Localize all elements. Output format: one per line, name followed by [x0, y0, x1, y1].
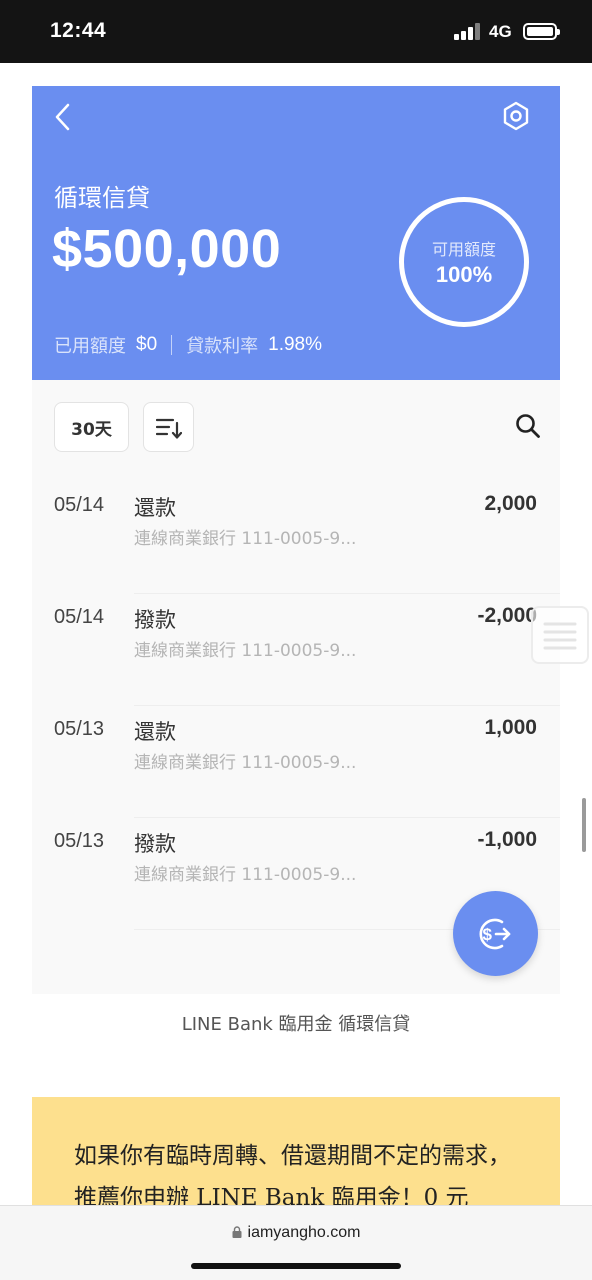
- sort-icon: [156, 418, 182, 439]
- transaction-type: 撥款: [134, 608, 176, 632]
- available-credit-value: 100%: [435, 262, 493, 287]
- credit-summary-card: 循環信貸 $500,000 可用額度 100% 已用額度 $0 貸款利率 1.9…: [32, 86, 560, 380]
- image-caption: LINE Bank 臨用金 循環信貸: [181, 1014, 411, 1035]
- days-filter-button[interactable]: 30天: [54, 402, 129, 452]
- transaction-description: 連線商業銀行 111-0005-9...: [134, 865, 357, 885]
- transaction-description: 連線商業銀行 111-0005-9...: [134, 753, 357, 773]
- transaction-description: 連線商業銀行 111-0005-9...: [134, 529, 357, 549]
- credit-limit-amount: $500,000: [52, 219, 282, 279]
- interest-rate-value: 1.98%: [268, 334, 323, 355]
- battery-icon: [523, 23, 560, 40]
- available-credit-ring: 可用額度 100%: [399, 197, 529, 327]
- transaction-type: 還款: [134, 496, 176, 520]
- transaction-amount: 1,000: [484, 716, 537, 739]
- transaction-row[interactable]: 05/14 還款 連線商業銀行 111-0005-9... 2,000: [32, 482, 560, 594]
- transaction-amount: 2,000: [484, 492, 537, 515]
- status-bar: 12:44 4G: [0, 0, 592, 63]
- back-arrow-icon[interactable]: [52, 102, 74, 132]
- status-time: 12:44: [50, 19, 107, 42]
- url-text: iamyangho.com: [247, 1224, 361, 1241]
- page-title: 循環信貸: [54, 184, 150, 212]
- used-credit-value: $0: [136, 334, 158, 355]
- transaction-description: 連線商業銀行 111-0005-9...: [134, 641, 357, 661]
- network-label: 4G: [489, 22, 512, 41]
- scrollbar-thumb[interactable]: [582, 798, 586, 852]
- interest-rate-label: 貸款利率: [186, 336, 259, 357]
- transfer-fab-button[interactable]: $: [453, 891, 538, 976]
- list-icon: [543, 622, 577, 650]
- signal-icon: [454, 22, 482, 40]
- available-credit-label: 可用額度: [431, 240, 496, 259]
- used-credit-label: 已用額度: [54, 336, 126, 357]
- floating-list-button[interactable]: [531, 606, 589, 664]
- transaction-date: 05/14: [54, 606, 105, 628]
- lock-icon: [232, 1226, 242, 1238]
- transaction-type: 撥款: [134, 832, 176, 856]
- transaction-row[interactable]: 05/13 還款 連線商業銀行 111-0005-9... 1,000: [32, 706, 560, 818]
- svg-text:$: $: [483, 925, 493, 944]
- transaction-row[interactable]: 05/14 撥款 連線商業銀行 111-0005-9... -2,000: [32, 594, 560, 706]
- credit-meta-row: 已用額度 $0 貸款利率 1.98%: [54, 332, 322, 358]
- meta-divider: [171, 335, 173, 355]
- url-display[interactable]: iamyangho.com: [0, 1224, 592, 1242]
- transaction-date: 05/13: [54, 718, 105, 740]
- transaction-amount: -2,000: [477, 604, 537, 627]
- sort-button[interactable]: [143, 402, 194, 452]
- search-icon[interactable]: [515, 413, 541, 439]
- settings-icon[interactable]: [500, 100, 532, 132]
- dollar-transfer-icon: $: [479, 918, 511, 950]
- transaction-date: 05/13: [54, 830, 105, 852]
- browser-address-bar: iamyangho.com: [0, 1205, 592, 1280]
- home-indicator[interactable]: [191, 1263, 401, 1269]
- transaction-type: 還款: [134, 720, 176, 744]
- transaction-date: 05/14: [54, 494, 105, 516]
- transaction-amount: -1,000: [477, 828, 537, 851]
